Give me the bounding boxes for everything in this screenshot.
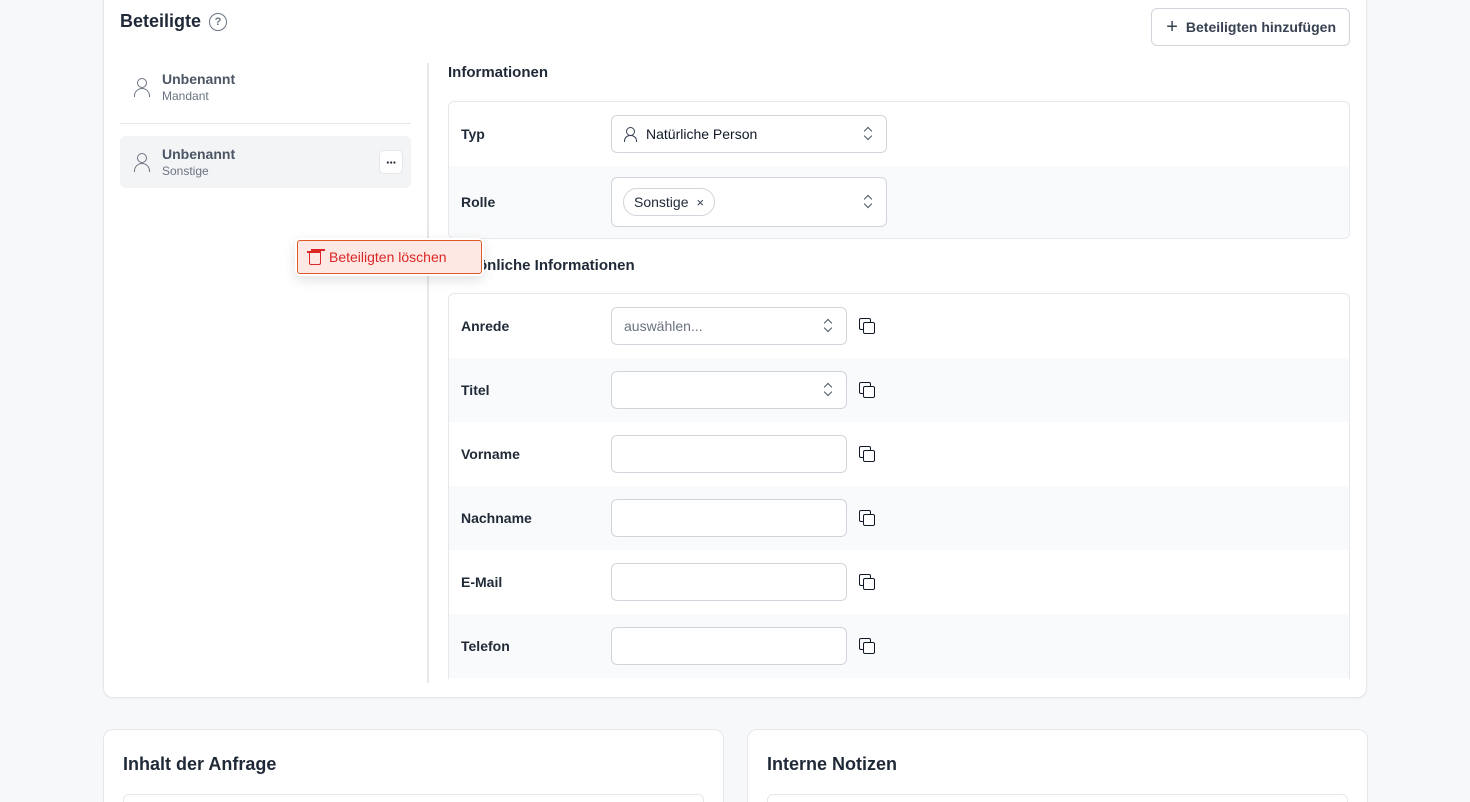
vorname-input[interactable] [611,435,847,473]
chevron-updown-icon [864,195,872,209]
add-participant-label: Beteiligten hinzufügen [1185,19,1336,35]
anrede-placeholder: auswählen... [624,318,703,334]
person-icon [134,77,150,97]
email-row: E-Mail [449,550,1349,614]
telefon-row: Telefon [449,614,1349,678]
participants-list: Unbenannt Mandant Unbenannt Sonstige ··· [120,61,411,188]
copy-icon[interactable] [859,638,875,654]
context-menu: Beteiligten löschen [295,238,484,276]
request-content-card: Inhalt der Anfrage [103,729,724,802]
help-icon[interactable]: ? [209,12,228,31]
chevron-updown-icon [824,319,832,333]
info-heading: Informationen [448,64,548,81]
telefon-input[interactable] [611,627,847,665]
copy-icon[interactable] [859,510,875,526]
pane-divider [427,63,429,683]
trash-icon [307,250,321,265]
rolle-select[interactable]: Sonstige × [611,177,887,227]
anrede-row: Anrede auswählen... [449,294,1349,358]
participant-item-0[interactable]: Unbenannt Mandant [120,61,411,113]
participant-name: Unbenannt [162,71,236,87]
personal-form: Anrede auswählen... Titel Vorname Nachna… [448,293,1350,679]
internal-notes-title: Interne Notizen [767,754,898,774]
typ-row: Typ Natürliche Person [449,102,1349,166]
role-tag-label: Sonstige [634,194,689,210]
participants-title: Beteiligte ? [120,11,228,32]
titel-row: Titel [449,358,1349,422]
titel-select[interactable] [611,371,847,409]
rolle-label: Rolle [461,194,496,210]
request-content-field[interactable] [123,794,704,802]
nachname-input[interactable] [611,499,847,537]
typ-label: Typ [461,126,485,142]
copy-icon[interactable] [859,318,875,334]
participant-role: Mandant [162,89,209,103]
copy-icon[interactable] [859,382,875,398]
person-icon [134,152,150,172]
person-icon [624,127,637,142]
email-label: E-Mail [461,574,503,590]
telefon-label: Telefon [461,638,510,654]
chevron-updown-icon [864,127,872,141]
vorname-label: Vorname [461,446,520,462]
internal-notes-card: Interne Notizen [747,729,1368,802]
request-content-title: Inhalt der Anfrage [123,754,277,774]
close-icon[interactable]: × [696,195,704,210]
anrede-label: Anrede [461,318,510,334]
participants-card: Beteiligte ? + Beteiligten hinzufügen Un… [103,0,1367,698]
info-form: Typ Natürliche Person Rolle Sonstige × [448,101,1350,239]
delete-participant-menu-item[interactable]: Beteiligten löschen [297,240,482,274]
delete-participant-label: Beteiligten löschen [329,249,447,265]
chevron-updown-icon [824,383,832,397]
copy-icon[interactable] [859,446,875,462]
titel-label: Titel [461,382,490,398]
typ-value: Natürliche Person [646,126,758,142]
email-input[interactable] [611,563,847,601]
role-tag: Sonstige × [623,188,716,216]
nachname-row: Nachname [449,486,1349,550]
add-participant-button[interactable]: + Beteiligten hinzufügen [1151,8,1350,46]
anrede-select[interactable]: auswählen... [611,307,847,345]
plus-icon: + [1166,16,1178,38]
participant-role: Sonstige [162,164,209,178]
personal-heading: önliche Informationen [478,257,635,274]
participants-divider [120,123,411,124]
participant-name: Unbenannt [162,146,236,162]
internal-notes-field[interactable] [767,794,1348,802]
typ-select[interactable]: Natürliche Person [611,115,887,153]
more-options-button[interactable]: ··· [379,150,403,174]
rolle-row: Rolle Sonstige × [449,166,1349,238]
vorname-row: Vorname [449,422,1349,486]
participant-item-1[interactable]: Unbenannt Sonstige ··· [120,136,411,188]
nachname-label: Nachname [461,510,532,526]
copy-icon[interactable] [859,574,875,590]
participants-title-text: Beteiligte [120,11,202,31]
